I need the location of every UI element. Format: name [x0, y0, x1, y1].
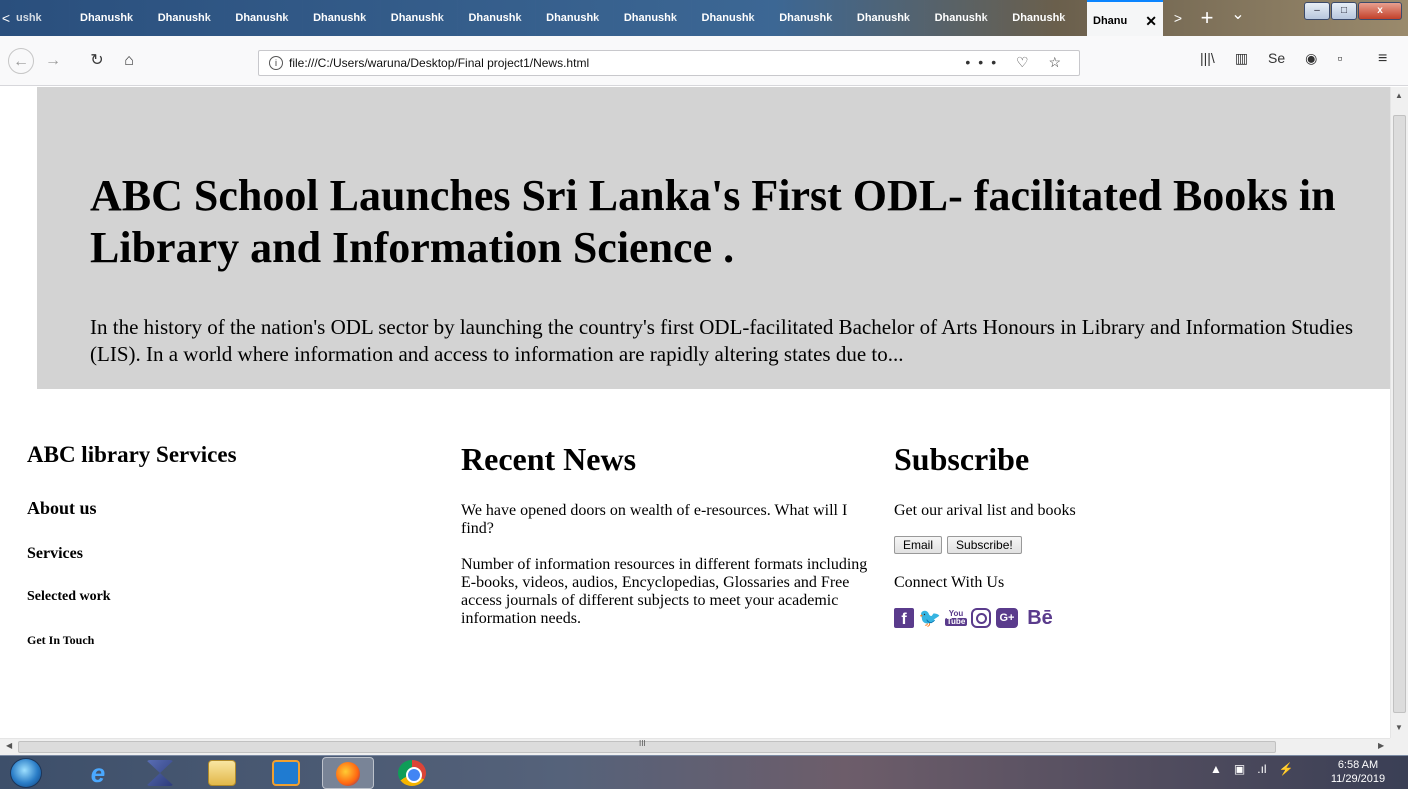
- page-actions[interactable]: ••• ♡ ☆: [965, 54, 1069, 71]
- footer-services-column: ABC library Services About us Services S…: [27, 442, 427, 648]
- tab-scroll-left-button[interactable]: <: [0, 0, 12, 36]
- window-close-icon[interactable]: x: [1358, 2, 1402, 20]
- tab[interactable]: Dhanushk: [458, 0, 537, 36]
- media-player-icon[interactable]: [272, 760, 300, 786]
- show-hidden-icon[interactable]: ▲: [1210, 762, 1222, 776]
- power-icon[interactable]: ⚡: [1279, 762, 1294, 776]
- back-button[interactable]: ←: [8, 48, 34, 74]
- tab[interactable]: Dhanushk: [692, 0, 770, 36]
- tab[interactable]: Dhanushk: [614, 0, 692, 36]
- toolbar-icons: |||\ ▥ Se ◉ ▫: [1200, 50, 1342, 67]
- scroll-down-arrow-icon[interactable]: ▼: [1395, 723, 1403, 732]
- clock-date: 11/29/2019: [1330, 773, 1386, 785]
- page-viewport: ABC School Launches Sri Lanka's First OD…: [0, 87, 1390, 738]
- active-tab[interactable]: Dhanu ✕: [1087, 0, 1163, 36]
- scroll-grip: III: [639, 739, 646, 748]
- behance-icon[interactable]: Bē: [1023, 607, 1057, 629]
- hero-summary: In the history of the nation's ODL secto…: [90, 315, 1353, 366]
- system-tray: ▲ ▣ .ıl ⚡: [1210, 762, 1294, 776]
- youtube-icon[interactable]: You Tube: [944, 608, 968, 628]
- active-tab-label: Dhanu: [1093, 15, 1128, 27]
- scrollbar-corner: [1390, 738, 1408, 755]
- tab-list: ushk Dhanushk Dhanushk Dhanushk Dhanushk…: [12, 0, 1080, 36]
- reload-button[interactable]: ↻: [84, 48, 110, 74]
- extension-icon[interactable]: ▫: [1337, 50, 1342, 67]
- new-tab-button[interactable]: +: [1195, 0, 1219, 36]
- subscribe-column: Subscribe Get our arival list and books …: [894, 441, 1314, 629]
- tab[interactable]: Dhanushk: [225, 0, 304, 36]
- subscribe-intro: Get our arival list and books: [894, 502, 1076, 519]
- forward-button[interactable]: →: [40, 48, 66, 74]
- file-explorer-icon[interactable]: [208, 760, 236, 786]
- subscribe-button[interactable]: Subscribe!: [947, 536, 1022, 554]
- tab[interactable]: Dhanushk: [381, 0, 459, 36]
- instagram-icon[interactable]: [971, 608, 991, 628]
- scroll-right-arrow-icon[interactable]: ▶: [1378, 741, 1384, 750]
- url-bar[interactable]: i file:///C:/Users/waruna/Desktop/Final …: [258, 50, 1080, 76]
- clock[interactable]: 6:58 AM 11/29/2019: [1318, 758, 1398, 786]
- signal-icon[interactable]: .ıl: [1257, 762, 1266, 776]
- tab-list-chevron-icon[interactable]: ⌄: [1226, 0, 1250, 36]
- hero-banner: ABC School Launches Sri Lanka's First OD…: [37, 87, 1390, 389]
- subscribe-form: Email Subscribe!: [894, 536, 1314, 554]
- recent-news-heading: Recent News: [461, 441, 637, 477]
- tab[interactable]: Dhanushk: [303, 0, 381, 36]
- maximize-icon[interactable]: □: [1331, 2, 1357, 20]
- selenium-icon[interactable]: Se: [1268, 50, 1285, 67]
- twitter-icon[interactable]: 🐦: [919, 608, 941, 628]
- tab[interactable]: Dhanushk: [1002, 0, 1080, 36]
- navigation-toolbar: ← → ↻ ⌂ i file:///C:/Users/waruna/Deskto…: [0, 36, 1408, 86]
- sidebar-icon[interactable]: ▥: [1235, 50, 1248, 67]
- scroll-left-arrow-icon[interactable]: ◀: [6, 741, 12, 750]
- minimize-icon[interactable]: –: [1304, 2, 1330, 20]
- network-error-icon[interactable]: ▣: [1234, 762, 1245, 776]
- internet-explorer-icon[interactable]: e: [84, 760, 112, 786]
- tab[interactable]: ushk: [12, 0, 70, 36]
- social-links: f 🐦 You Tube G+ Bē: [894, 607, 1314, 629]
- news-paragraph: Number of information resources in diffe…: [461, 556, 868, 627]
- tab[interactable]: Dhanushk: [925, 0, 1003, 36]
- firefox-icon[interactable]: [322, 757, 374, 789]
- get-in-touch-link[interactable]: Get In Touch: [27, 633, 427, 648]
- services-link[interactable]: Services: [27, 545, 427, 563]
- horizontal-scroll-thumb[interactable]: III: [18, 739, 1276, 753]
- account-icon[interactable]: ◉: [1305, 50, 1317, 67]
- email-button[interactable]: Email: [894, 536, 943, 554]
- home-button[interactable]: ⌂: [116, 48, 142, 74]
- tab-scroll-right-button[interactable]: >: [1171, 0, 1185, 36]
- selected-work-link[interactable]: Selected work: [27, 589, 427, 605]
- chrome-icon[interactable]: [398, 760, 426, 786]
- start-button[interactable]: [10, 758, 42, 788]
- clock-time: 6:58 AM: [1337, 759, 1379, 771]
- services-heading: ABC library Services: [27, 442, 237, 467]
- menu-icon[interactable]: ≡: [1378, 50, 1387, 68]
- vertical-scroll-thumb[interactable]: [1393, 115, 1406, 713]
- library-icon[interactable]: |||\: [1200, 50, 1215, 67]
- news-paragraph: We have opened doors on wealth of e-reso…: [461, 502, 848, 537]
- media-center-icon[interactable]: [146, 760, 174, 786]
- vertical-scrollbar[interactable]: ▲ ▼: [1390, 87, 1408, 738]
- tab[interactable]: Dhanushk: [536, 0, 614, 36]
- scroll-up-arrow-icon[interactable]: ▲: [1395, 91, 1403, 100]
- connect-label: Connect With Us: [894, 574, 1005, 591]
- google-plus-icon[interactable]: G+: [996, 608, 1018, 628]
- tab[interactable]: Dhanushk: [769, 0, 847, 36]
- url-text[interactable]: file:///C:/Users/waruna/Desktop/Final pr…: [289, 56, 589, 70]
- taskbar: e ▲ ▣ .ıl ⚡ 6:58 AM 11/29/2019: [0, 755, 1408, 789]
- about-us-link[interactable]: About us: [27, 498, 427, 519]
- tab[interactable]: Dhanushk: [70, 0, 148, 36]
- recent-news-column: Recent News We have opened doors on weal…: [461, 441, 881, 646]
- tab[interactable]: Dhanushk: [148, 0, 226, 36]
- close-tab-icon[interactable]: ✕: [1145, 2, 1157, 40]
- youtube-icon-bottom: Tube: [944, 617, 968, 626]
- tab[interactable]: Dhanushk: [847, 0, 925, 36]
- site-info-icon[interactable]: i: [269, 56, 283, 70]
- window-controls: – □ x: [1304, 2, 1402, 20]
- hero-title: ABC School Launches Sri Lanka's First OD…: [90, 171, 1336, 272]
- tab-strip: < ushk Dhanushk Dhanushk Dhanushk Dhanus…: [0, 0, 1408, 36]
- horizontal-scrollbar[interactable]: ◀ III ▶: [0, 738, 1390, 755]
- subscribe-heading: Subscribe: [894, 441, 1030, 477]
- facebook-icon[interactable]: f: [894, 608, 914, 628]
